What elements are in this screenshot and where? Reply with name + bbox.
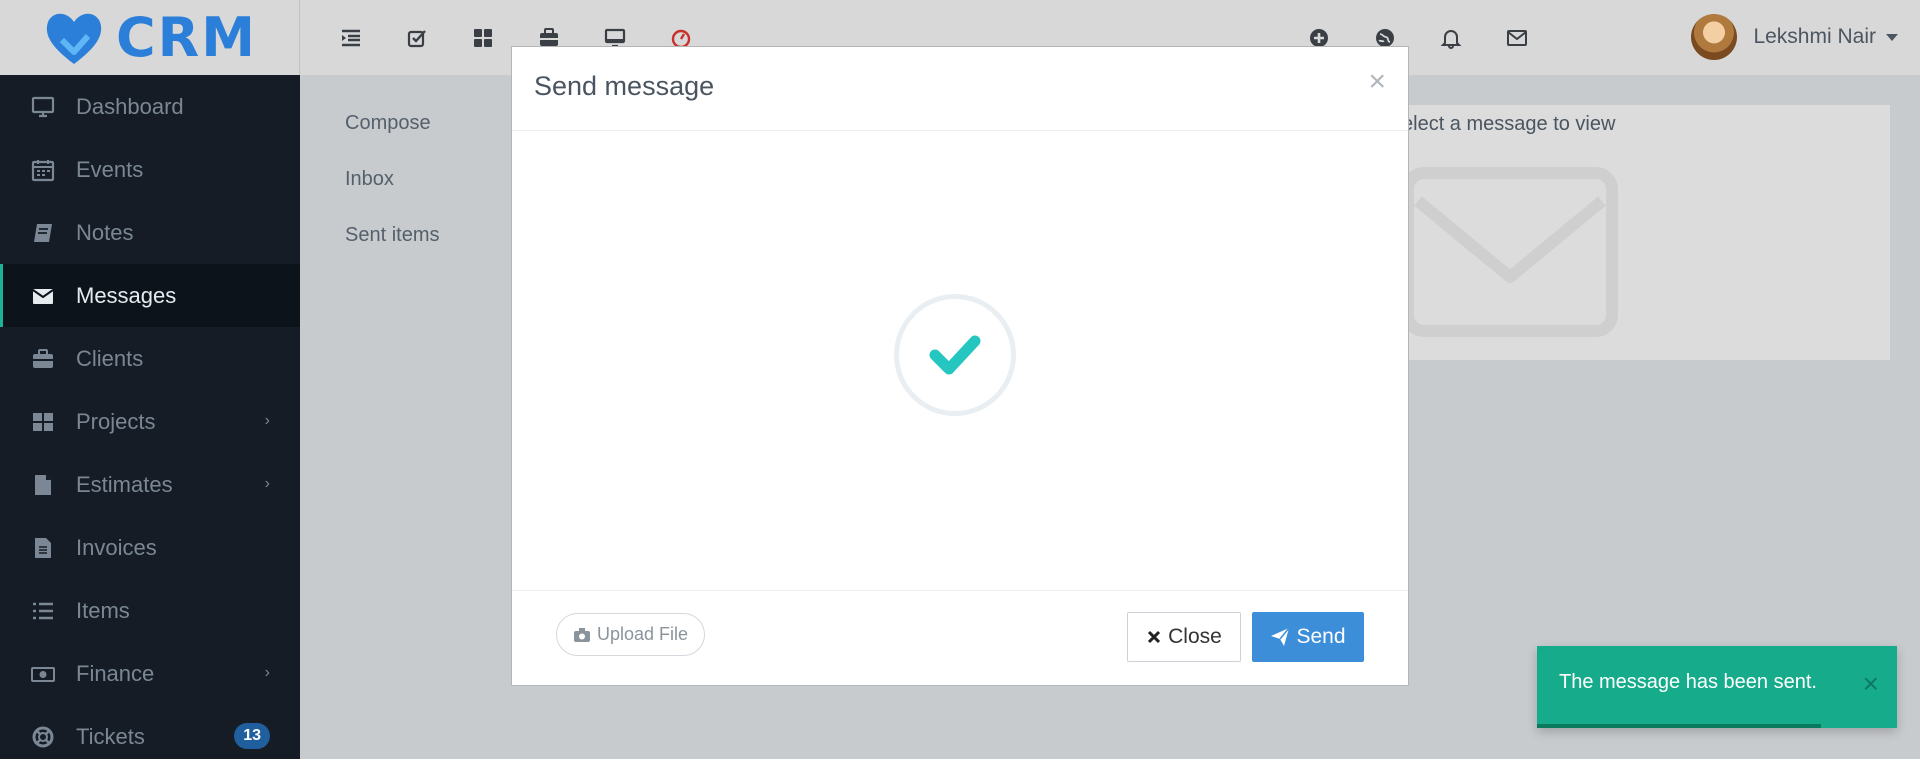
- sidebar-item-label: Dashboard: [76, 93, 184, 119]
- envelope-placeholder-icon: [1402, 167, 1618, 337]
- sidebar-item-notes[interactable]: Notes: [0, 201, 300, 264]
- tickets-count-badge: 13: [234, 723, 270, 749]
- book-icon: [30, 221, 56, 245]
- user-name: Lekshmi Nair: [1753, 25, 1876, 48]
- camera-icon: [574, 627, 590, 642]
- sidebar-item-label: Projects: [76, 408, 156, 434]
- messages-menu: Compose Inbox Sent items: [345, 112, 439, 280]
- success-indicator: [894, 294, 1016, 416]
- upload-file-button[interactable]: Upload File: [556, 613, 706, 656]
- success-toast: The message has been sent. ×: [1537, 646, 1897, 728]
- message-viewer: elect a message to view: [1390, 105, 1890, 360]
- send-message-modal: Send message × Upload File Close Send: [511, 46, 1409, 686]
- file-icon: [30, 473, 56, 497]
- chevron-right-icon: ›: [264, 412, 270, 429]
- modal-title: Send message: [534, 71, 715, 101]
- chevron-right-icon: ›: [264, 664, 270, 681]
- close-icon[interactable]: ×: [1368, 67, 1386, 97]
- money-icon: [30, 662, 56, 686]
- close-x-icon: [1148, 630, 1161, 644]
- toast-close-icon[interactable]: ×: [1863, 670, 1879, 698]
- brand-name: CRM: [116, 6, 257, 69]
- checkmark-icon: [929, 335, 981, 375]
- close-button[interactable]: Close: [1127, 612, 1241, 662]
- envelope-icon[interactable]: [1484, 20, 1550, 56]
- inbox-link[interactable]: Inbox: [345, 168, 439, 224]
- sent-items-link[interactable]: Sent items: [345, 224, 439, 280]
- sidebar-item-label: Events: [76, 156, 144, 182]
- sidebar-item-label: Tickets: [76, 723, 145, 749]
- menu-icon[interactable]: [318, 20, 384, 56]
- modal-body: [512, 131, 1408, 591]
- user-menu[interactable]: Lekshmi Nair: [1691, 14, 1898, 60]
- grid-icon[interactable]: [450, 20, 516, 56]
- toast-message: The message has been sent.: [1559, 671, 1817, 693]
- upload-file-label: Upload File: [597, 624, 689, 644]
- close-button-label: Close: [1168, 625, 1222, 648]
- file-text-icon: [30, 536, 56, 560]
- list-icon: [30, 599, 56, 623]
- sidebar-item-dashboard[interactable]: Dashboard: [0, 75, 300, 138]
- sidebar-item-tickets[interactable]: Tickets 13: [0, 705, 300, 759]
- grid-icon: [30, 410, 56, 434]
- sidebar-item-label: Finance: [76, 660, 155, 686]
- avatar: [1691, 14, 1738, 60]
- sidebar-item-label: Notes: [76, 219, 134, 245]
- compose-link[interactable]: Compose: [345, 112, 439, 168]
- sidebar-item-estimates[interactable]: Estimates ›: [0, 453, 300, 516]
- send-button-label: Send: [1296, 625, 1346, 648]
- modal-footer: Upload File Close Send: [512, 591, 1408, 685]
- brand[interactable]: CRM: [0, 0, 300, 75]
- chevron-down-icon: [1886, 33, 1898, 41]
- sidebar-item-messages[interactable]: Messages: [0, 264, 300, 327]
- sidebar-item-label: Estimates: [76, 471, 173, 497]
- modal-header: Send message ×: [512, 47, 1408, 131]
- sidebar-item-finance[interactable]: Finance ›: [0, 642, 300, 705]
- toast-progress-bar: [1537, 724, 1822, 728]
- briefcase-icon: [30, 347, 56, 371]
- heart-logo-icon: [42, 10, 106, 66]
- sidebar-item-events[interactable]: Events: [0, 138, 300, 201]
- lifebuoy-icon: [30, 725, 56, 749]
- sidebar-item-label: Messages: [76, 282, 177, 308]
- check-square-icon[interactable]: [384, 20, 450, 56]
- viewer-placeholder: elect a message to view: [1402, 113, 1616, 135]
- calendar-icon: [30, 158, 56, 182]
- paper-plane-icon: [1271, 627, 1291, 646]
- send-button[interactable]: Send: [1252, 612, 1364, 662]
- sidebar-item-invoices[interactable]: Invoices: [0, 516, 300, 579]
- sidebar-item-clients[interactable]: Clients: [0, 327, 300, 390]
- sidebar-item-label: Invoices: [76, 534, 157, 560]
- sidebar-item-items[interactable]: Items: [0, 579, 300, 642]
- sidebar-item-label: Items: [76, 597, 130, 623]
- sidebar-item-projects[interactable]: Projects ›: [0, 390, 300, 453]
- envelope-icon: [30, 284, 56, 308]
- sidebar-item-label: Clients: [76, 345, 144, 371]
- desktop-icon: [30, 95, 56, 119]
- chevron-right-icon: ›: [264, 475, 270, 492]
- bell-icon[interactable]: [1418, 20, 1484, 56]
- sidebar: Dashboard Events Notes Messages Clients …: [0, 75, 300, 759]
